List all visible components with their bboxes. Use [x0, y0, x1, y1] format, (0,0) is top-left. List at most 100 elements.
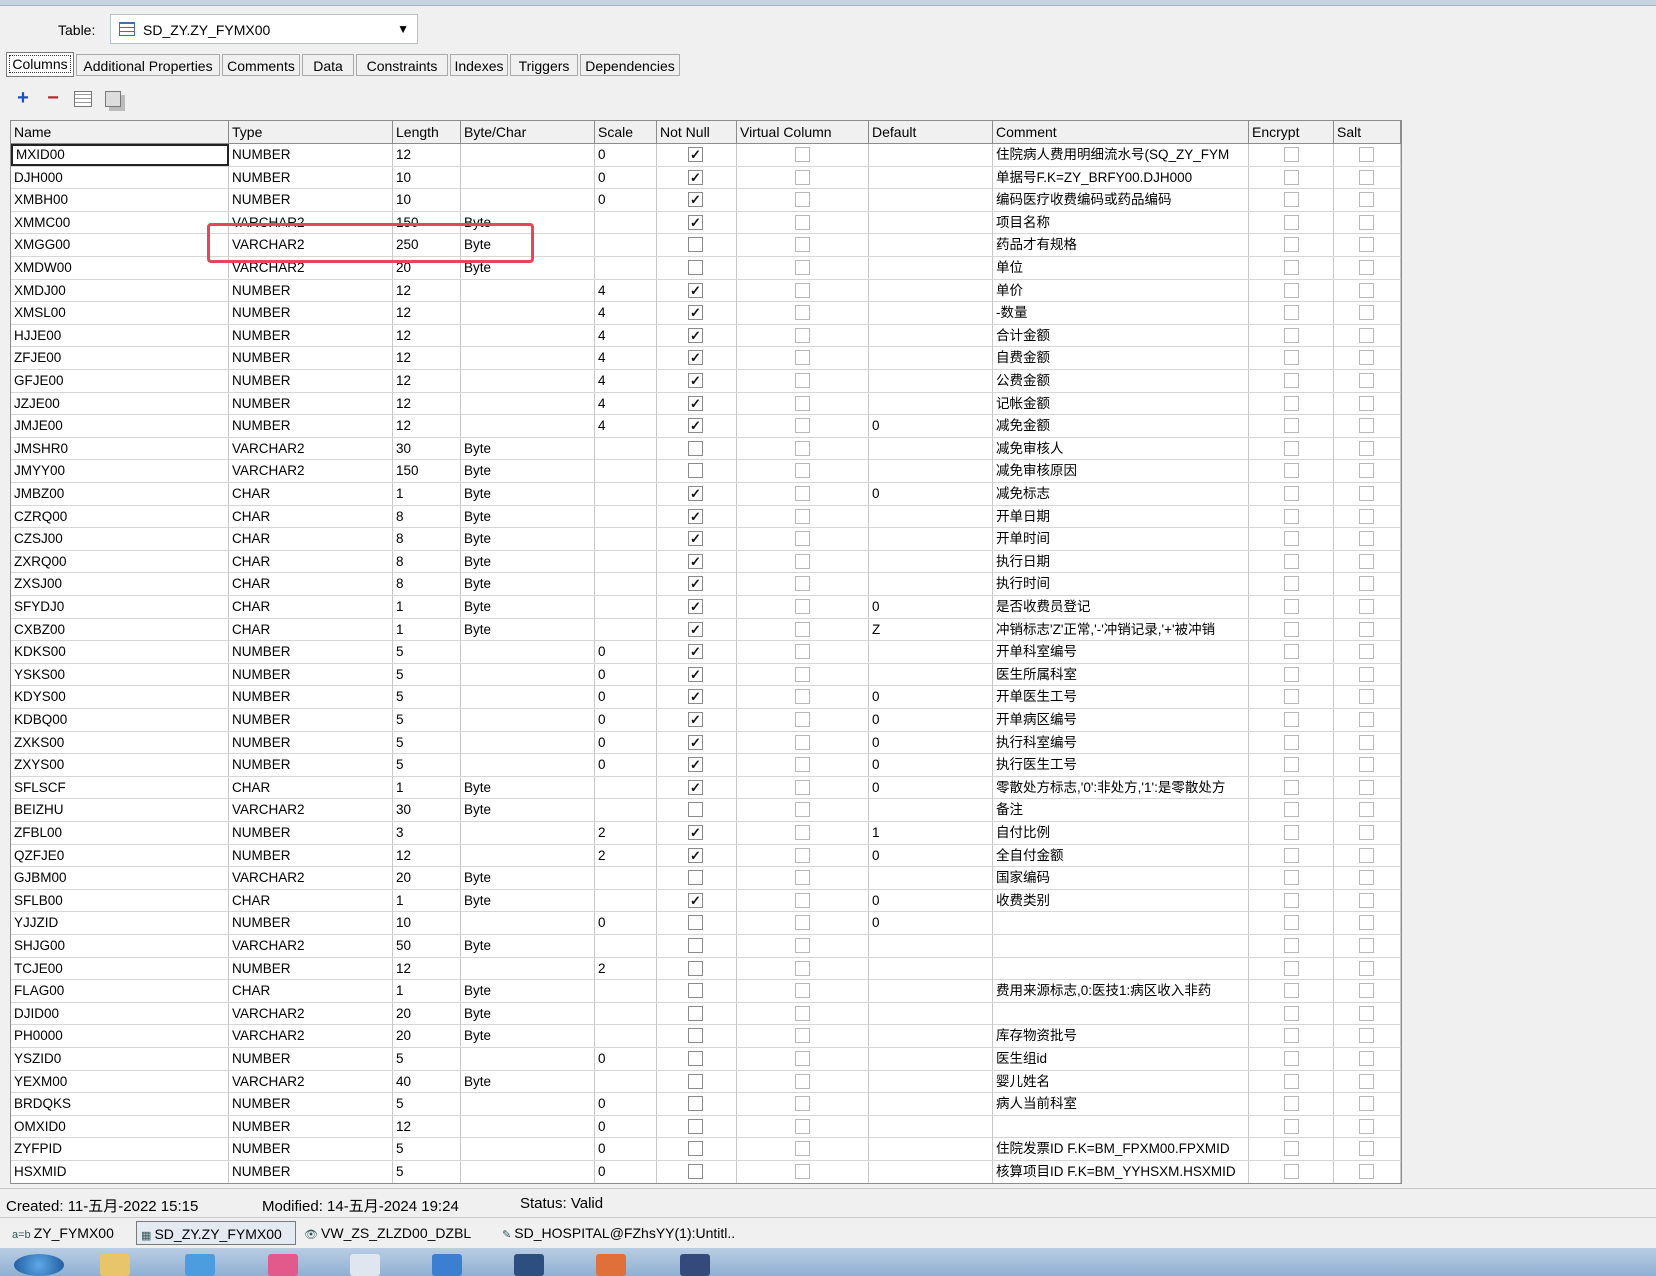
- cell-name[interactable]: ZYFPID: [11, 1138, 229, 1161]
- salt-checkbox[interactable]: [1359, 734, 1374, 750]
- not-null-checkbox[interactable]: ✓: [688, 576, 703, 592]
- column-header[interactable]: Virtual Column: [737, 121, 869, 143]
- add-column-icon[interactable]: +: [10, 86, 36, 112]
- cell-scale[interactable]: [595, 867, 657, 890]
- cell-default[interactable]: [869, 663, 993, 686]
- cell-length[interactable]: 50: [393, 935, 461, 957]
- cell-default[interactable]: [869, 392, 993, 415]
- cell-scale[interactable]: 0: [595, 686, 657, 709]
- cell-comment[interactable]: 单位: [993, 257, 1249, 279]
- cell-bytechar[interactable]: [461, 641, 595, 664]
- encrypt-checkbox[interactable]: [1284, 734, 1299, 750]
- table-row[interactable]: GJBM00 VARCHAR2 20 Byte 国家编码: [11, 867, 1401, 890]
- app-icon[interactable]: [268, 1254, 298, 1276]
- cell-length[interactable]: 8: [393, 550, 461, 573]
- cell-comment[interactable]: 库存物资批号: [993, 1025, 1249, 1048]
- cell-length[interactable]: 8: [393, 505, 461, 528]
- not-null-checkbox[interactable]: ✓: [688, 508, 703, 524]
- table-row[interactable]: XMDJ00 NUMBER 12 4 ✓ 单价: [11, 279, 1401, 303]
- cell-default[interactable]: [869, 437, 993, 460]
- virtual-column-checkbox[interactable]: [795, 938, 810, 953]
- encrypt-checkbox[interactable]: [1284, 1005, 1299, 1021]
- virtual-column-checkbox[interactable]: [795, 802, 810, 818]
- cell-default[interactable]: [869, 957, 993, 980]
- encrypt-checkbox[interactable]: [1284, 214, 1299, 230]
- cell-type[interactable]: NUMBER: [229, 302, 393, 325]
- column-header[interactable]: Length: [393, 121, 461, 143]
- cell-name[interactable]: ZXKS00: [11, 731, 229, 754]
- cell-name[interactable]: YSZID0: [11, 1048, 229, 1070]
- cell-type[interactable]: NUMBER: [229, 1161, 393, 1183]
- cell-bytechar[interactable]: [461, 302, 595, 325]
- window-tab[interactable]: a=b ZY_FYMX00: [8, 1221, 132, 1245]
- cell-scale[interactable]: [595, 211, 657, 234]
- salt-checkbox[interactable]: [1359, 1028, 1374, 1044]
- db-icon[interactable]: [596, 1254, 626, 1276]
- cell-default[interactable]: [869, 505, 993, 528]
- cell-length[interactable]: 12: [393, 347, 461, 370]
- cell-name[interactable]: TCJE00: [11, 957, 229, 980]
- cell-comment[interactable]: [993, 935, 1249, 957]
- cell-name[interactable]: ZXSJ00: [11, 573, 229, 596]
- cell-bytechar[interactable]: Byte: [461, 483, 595, 505]
- encrypt-checkbox[interactable]: [1284, 938, 1299, 953]
- cell-type[interactable]: CHAR: [229, 889, 393, 912]
- cell-name[interactable]: ZXRQ00: [11, 550, 229, 573]
- cell-default[interactable]: 1: [869, 822, 993, 844]
- salt-checkbox[interactable]: [1359, 395, 1374, 411]
- cell-scale[interactable]: 4: [595, 324, 657, 347]
- salt-checkbox[interactable]: [1359, 463, 1374, 479]
- encrypt-checkbox[interactable]: [1284, 373, 1299, 388]
- salt-checkbox[interactable]: [1359, 147, 1374, 162]
- cell-default[interactable]: Z: [869, 618, 993, 641]
- encrypt-checkbox[interactable]: [1284, 1028, 1299, 1044]
- cell-length[interactable]: 12: [393, 324, 461, 347]
- cell-bytechar[interactable]: Byte: [461, 460, 595, 483]
- cell-length[interactable]: 12: [393, 1115, 461, 1138]
- table-row[interactable]: ZXYS00 NUMBER 5 0 ✓ 0 执行医生工号: [11, 754, 1401, 777]
- virtual-column-checkbox[interactable]: [795, 463, 810, 479]
- table-row[interactable]: FLAG00 CHAR 1 Byte 费用来源标志,0:医技1:病区收入非药: [11, 980, 1401, 1003]
- encrypt-checkbox[interactable]: [1284, 418, 1299, 434]
- terminal-icon[interactable]: [514, 1254, 544, 1276]
- table-row[interactable]: GFJE00 NUMBER 12 4 ✓ 公费金额: [11, 370, 1401, 393]
- salt-checkbox[interactable]: [1359, 1141, 1374, 1157]
- virtual-column-checkbox[interactable]: [795, 260, 810, 275]
- table-row[interactable]: ZXRQ00 CHAR 8 Byte ✓ 执行日期: [11, 550, 1401, 574]
- cell-bytechar[interactable]: Byte: [461, 889, 595, 912]
- cell-scale[interactable]: 0: [595, 166, 657, 189]
- cell-scale[interactable]: 2: [595, 844, 657, 867]
- salt-checkbox[interactable]: [1359, 892, 1374, 908]
- encrypt-checkbox[interactable]: [1284, 169, 1299, 185]
- not-null-checkbox[interactable]: [688, 960, 703, 976]
- cell-name[interactable]: CXBZ00: [11, 618, 229, 641]
- cell-bytechar[interactable]: [461, 912, 595, 935]
- not-null-checkbox[interactable]: ✓: [688, 192, 703, 208]
- table-row[interactable]: BEIZHU VARCHAR2 30 Byte 备注: [11, 799, 1401, 822]
- table-row[interactable]: HSXMID NUMBER 5 0 核算项目ID F.K=BM_YYHSXM.HSXMI…: [11, 1161, 1401, 1183]
- cell-default[interactable]: [869, 1048, 993, 1070]
- remove-column-icon[interactable]: −: [40, 86, 66, 112]
- not-null-checkbox[interactable]: ✓: [688, 282, 703, 298]
- cell-name[interactable]: MXID00: [11, 144, 229, 166]
- cell-length[interactable]: 30: [393, 799, 461, 822]
- encrypt-checkbox[interactable]: [1284, 305, 1299, 321]
- cell-length[interactable]: 20: [393, 1002, 461, 1025]
- cell-type[interactable]: CHAR: [229, 483, 393, 505]
- salt-checkbox[interactable]: [1359, 1164, 1374, 1179]
- cell-length[interactable]: 1: [393, 483, 461, 505]
- cell-name[interactable]: ZFBL00: [11, 822, 229, 844]
- cell-length[interactable]: 12: [393, 957, 461, 980]
- grid-view-icon[interactable]: [70, 86, 96, 112]
- table-row[interactable]: OMXID0 NUMBER 12 0: [11, 1115, 1401, 1139]
- not-null-checkbox[interactable]: [688, 1005, 703, 1021]
- salt-checkbox[interactable]: [1359, 802, 1374, 818]
- table-row[interactable]: HJJE00 NUMBER 12 4 ✓ 合计金额: [11, 324, 1401, 348]
- salt-checkbox[interactable]: [1359, 486, 1374, 501]
- virtual-column-checkbox[interactable]: [795, 305, 810, 321]
- cell-length[interactable]: 12: [393, 844, 461, 867]
- cell-length[interactable]: 5: [393, 1093, 461, 1116]
- not-null-checkbox[interactable]: ✓: [688, 169, 703, 185]
- cell-scale[interactable]: [595, 257, 657, 279]
- salt-checkbox[interactable]: [1359, 1073, 1374, 1089]
